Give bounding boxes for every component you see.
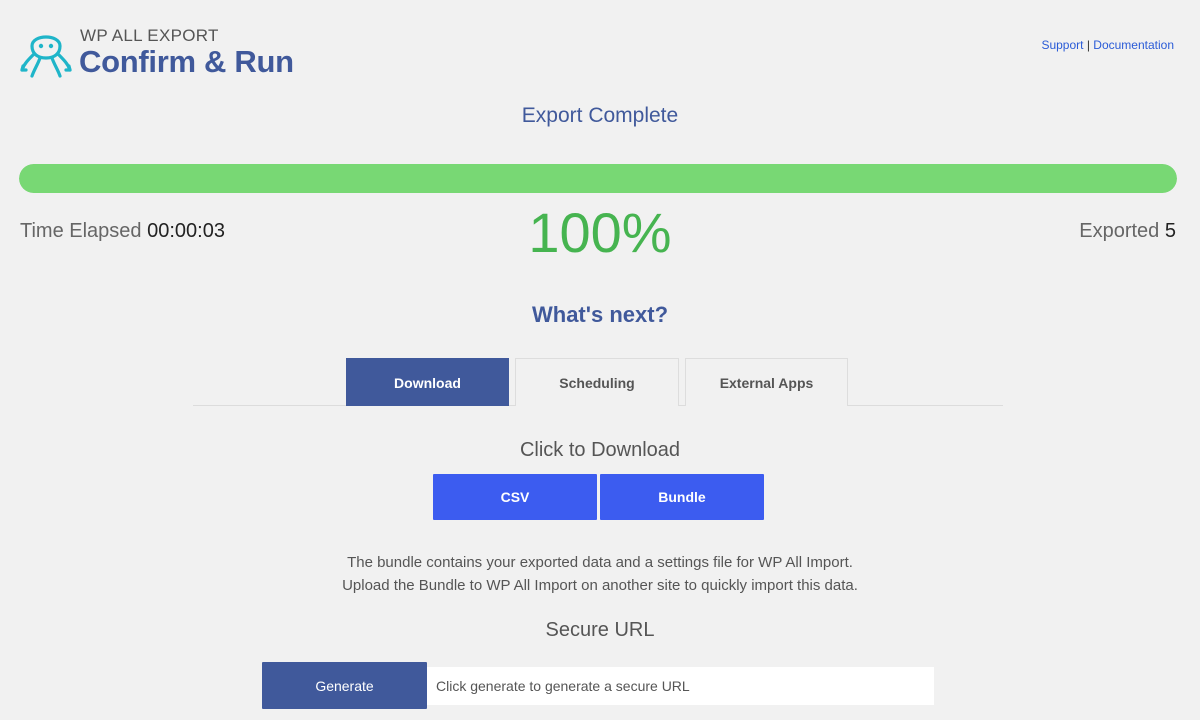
progress-bar bbox=[19, 164, 1177, 193]
bundle-description-line-2: Upload the Bundle to WP All Import on an… bbox=[342, 577, 858, 594]
exported-value: 5 bbox=[1164, 220, 1176, 242]
download-heading: Click to Download bbox=[519, 439, 681, 461]
tab-download[interactable]: Download bbox=[346, 358, 509, 406]
link-separator: | bbox=[1086, 38, 1090, 52]
secure-url-heading: Secure URL bbox=[545, 619, 655, 641]
progress-percent: 100% bbox=[528, 201, 672, 264]
secure-url-input[interactable] bbox=[427, 667, 934, 705]
bundle-description: The bundle contains your exported data a… bbox=[0, 551, 1200, 597]
exported-label: Exported bbox=[1079, 220, 1160, 242]
generate-button[interactable]: Generate bbox=[262, 662, 427, 709]
export-status-title: Export Complete bbox=[521, 104, 679, 127]
bundle-description-line-1: The bundle contains your exported data a… bbox=[347, 554, 853, 571]
bundle-download-button[interactable]: Bundle bbox=[600, 474, 764, 520]
exported-count: Exported 5 bbox=[1079, 220, 1176, 243]
page-title: Confirm & Run bbox=[79, 44, 294, 79]
csv-download-button[interactable]: CSV bbox=[433, 474, 597, 520]
help-links: Support | Documentation bbox=[1041, 38, 1174, 52]
tab-external-apps[interactable]: External Apps bbox=[685, 358, 848, 406]
tab-scheduling[interactable]: Scheduling bbox=[515, 358, 679, 406]
documentation-link[interactable]: Documentation bbox=[1093, 38, 1174, 52]
support-link[interactable]: Support bbox=[1041, 38, 1083, 52]
octopus-icon bbox=[20, 24, 72, 80]
brand-subtitle: WP ALL EXPORT bbox=[80, 26, 219, 45]
progress-bar-fill bbox=[19, 164, 1177, 193]
whats-next-heading: What's next? bbox=[531, 302, 669, 327]
